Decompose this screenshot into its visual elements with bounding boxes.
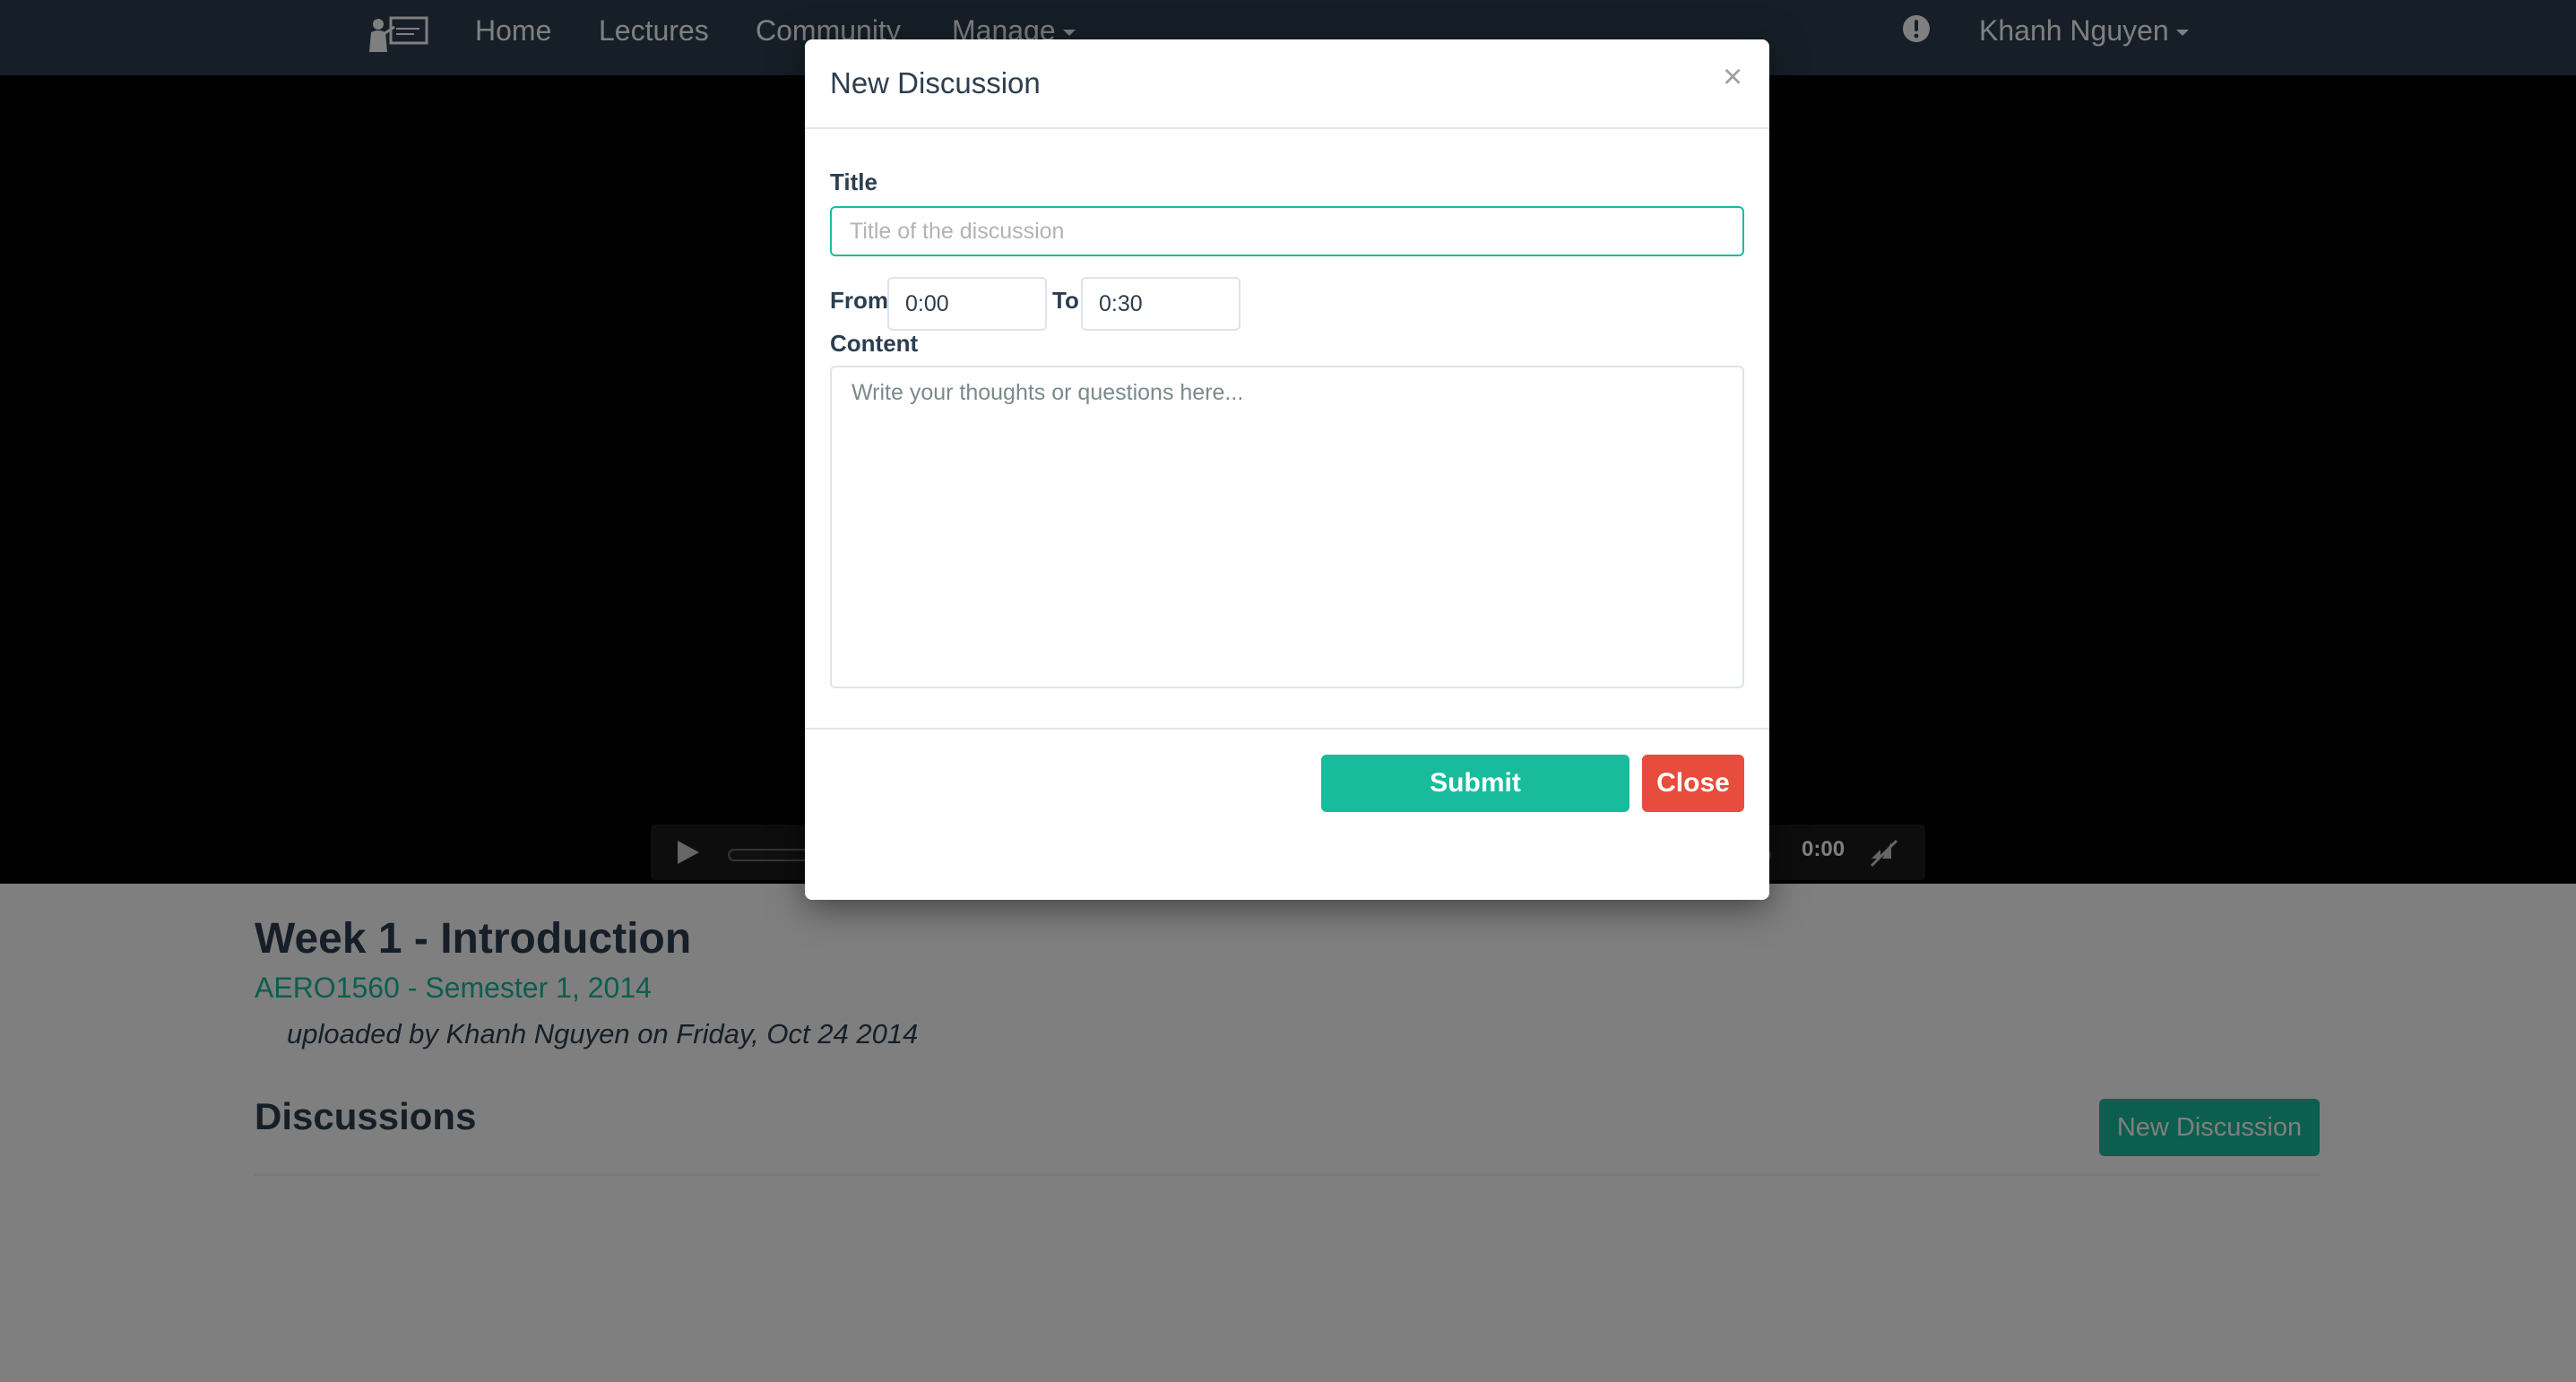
- to-time-input[interactable]: [1081, 277, 1240, 331]
- modal-header: New Discussion ×: [805, 39, 1769, 129]
- content-label: Content: [830, 330, 919, 357]
- new-discussion-modal: New Discussion × Title From To Content S…: [805, 39, 1769, 900]
- close-icon[interactable]: ×: [1723, 59, 1742, 95]
- to-label: To: [1052, 287, 1079, 314]
- content-textarea[interactable]: [830, 366, 1744, 688]
- close-button[interactable]: Close: [1642, 755, 1744, 812]
- modal-title: New Discussion: [830, 66, 1041, 99]
- title-input[interactable]: [830, 206, 1744, 256]
- from-time-input[interactable]: [887, 277, 1047, 331]
- title-label: Title: [830, 168, 877, 195]
- modal-footer-divider: [805, 728, 1769, 730]
- submit-button[interactable]: Submit: [1321, 755, 1629, 812]
- from-label: From: [830, 287, 888, 314]
